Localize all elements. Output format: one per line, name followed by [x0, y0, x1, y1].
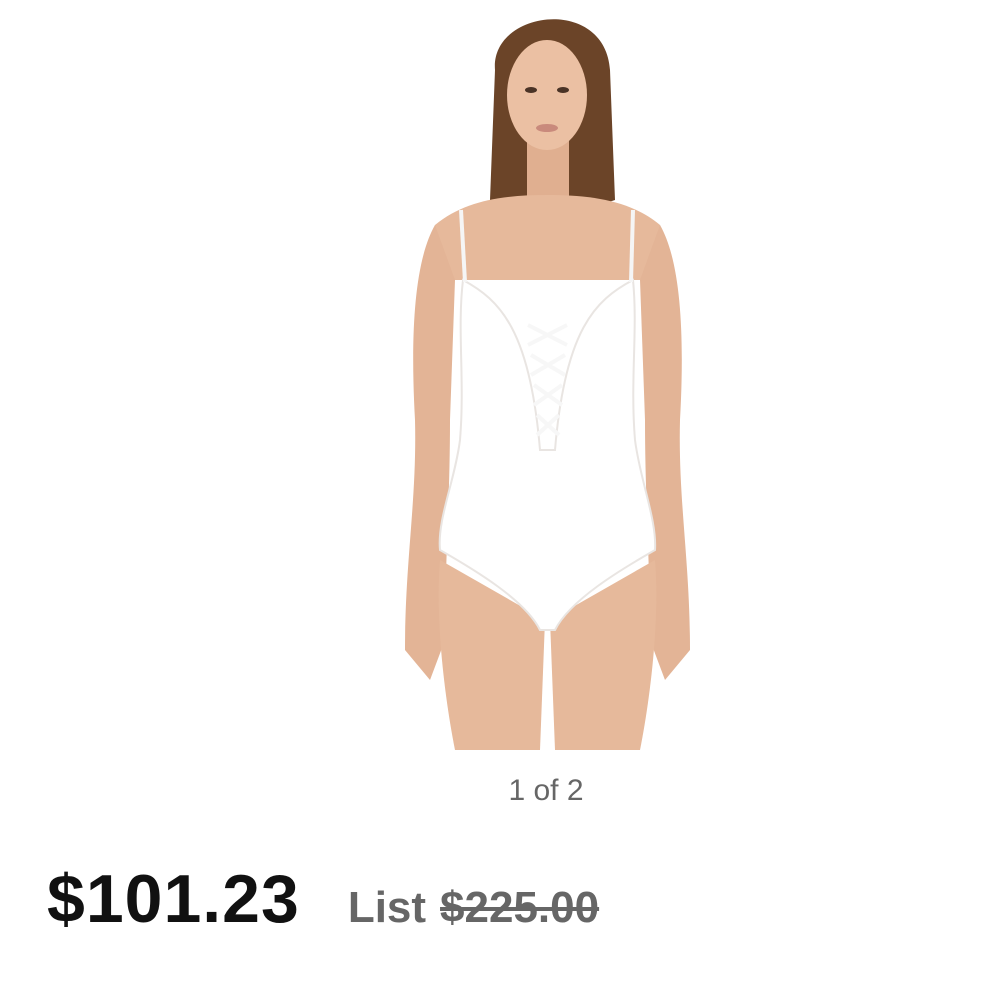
model-photo — [405, 19, 690, 750]
product-image[interactable] — [395, 0, 700, 750]
image-counter: 1 of 2 — [508, 774, 584, 807]
sale-price: $101.23 — [47, 861, 300, 937]
list-price-label: List — [347, 883, 427, 932]
list-price: $225.00 — [440, 883, 600, 932]
price-row: $101.23 List $225.00 — [47, 860, 599, 938]
